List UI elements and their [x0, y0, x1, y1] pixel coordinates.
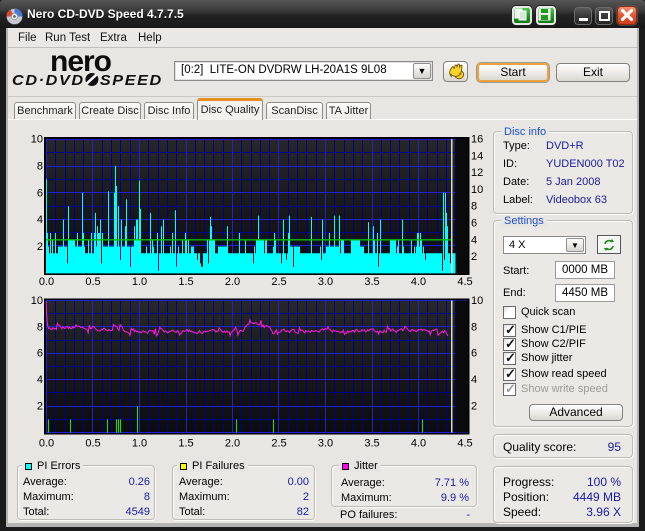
svg-text:2: 2	[471, 400, 477, 412]
svg-text:8: 8	[471, 321, 477, 333]
svg-text:6: 6	[471, 218, 477, 230]
svg-text:3.5: 3.5	[364, 438, 379, 450]
svg-text:3.0: 3.0	[318, 276, 333, 288]
svg-text:1.0: 1.0	[132, 438, 147, 450]
svg-text:2.5: 2.5	[271, 276, 286, 288]
svg-text:0.5: 0.5	[85, 276, 100, 288]
svg-text:1.0: 1.0	[132, 276, 147, 288]
svg-text:0.5: 0.5	[85, 438, 100, 450]
svg-text:12: 12	[471, 167, 483, 179]
svg-text:10: 10	[471, 295, 483, 307]
svg-text:4: 4	[471, 374, 477, 386]
svg-text:2: 2	[37, 400, 43, 412]
svg-text:4.0: 4.0	[411, 276, 426, 288]
svg-text:4: 4	[471, 234, 477, 246]
svg-text:4.5: 4.5	[457, 438, 472, 450]
svg-text:3.5: 3.5	[364, 276, 379, 288]
svg-text:2.0: 2.0	[225, 276, 240, 288]
svg-text:6: 6	[37, 187, 43, 199]
svg-text:10: 10	[31, 295, 43, 307]
svg-text:14: 14	[471, 150, 483, 162]
svg-text:10: 10	[471, 184, 483, 196]
svg-text:3.0: 3.0	[318, 438, 333, 450]
svg-text:8: 8	[37, 160, 43, 172]
svg-text:6: 6	[37, 348, 43, 360]
svg-text:1.5: 1.5	[178, 276, 193, 288]
svg-text:2.5: 2.5	[271, 438, 286, 450]
svg-text:4: 4	[37, 214, 43, 226]
svg-text:4.0: 4.0	[411, 438, 426, 450]
svg-text:2: 2	[37, 241, 43, 253]
svg-text:4: 4	[37, 374, 43, 386]
svg-text:1.5: 1.5	[178, 438, 193, 450]
svg-text:0.0: 0.0	[39, 438, 54, 450]
svg-text:8: 8	[37, 321, 43, 333]
svg-text:8: 8	[471, 201, 477, 213]
svg-text:2: 2	[471, 251, 477, 263]
svg-text:0.0: 0.0	[39, 276, 54, 288]
svg-text:2.0: 2.0	[225, 438, 240, 450]
svg-text:6: 6	[471, 348, 477, 360]
svg-text:4.5: 4.5	[457, 276, 472, 288]
svg-text:10: 10	[31, 134, 43, 146]
svg-text:16: 16	[471, 134, 483, 146]
